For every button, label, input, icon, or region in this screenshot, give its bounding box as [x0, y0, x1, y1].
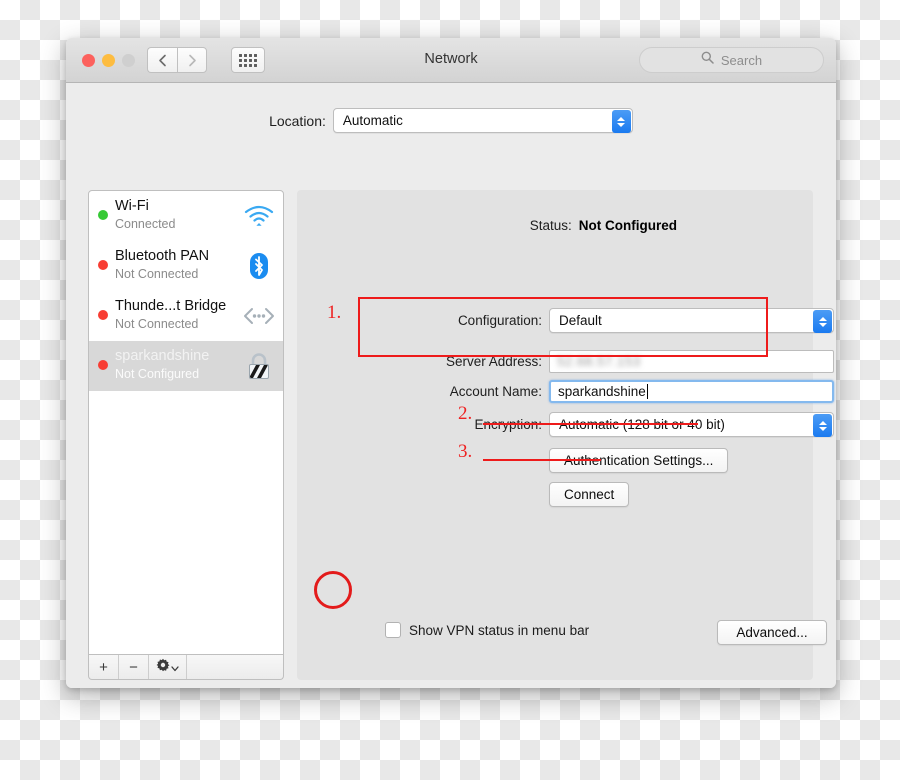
show-vpn-status-label: Show VPN status in menu bar: [409, 622, 590, 638]
annotation-underline-auth: [483, 423, 698, 425]
connect-row: Connect: [549, 482, 630, 507]
server-address-value: 52.68.57.153: [557, 354, 641, 369]
remove-service-button[interactable]: −: [119, 655, 149, 679]
configuration-value: Default: [559, 313, 602, 328]
service-settings-panel: Status: Not Configured Configuration: De…: [297, 190, 834, 680]
annotation-marker-3: 3.: [458, 441, 473, 462]
sidebar-item-sparkandshine[interactable]: sparkandshine Not Configured: [89, 341, 283, 391]
show-vpn-status-row: Show VPN status in menu bar: [385, 622, 589, 638]
sidebar-item-thunderbolt-bridge[interactable]: Thunde...t Bridge Not Connected: [89, 291, 283, 341]
chevron-updown-icon: [813, 310, 832, 333]
status-dot: [98, 260, 108, 270]
search-field[interactable]: Search: [639, 47, 824, 73]
account-name-row: Account Name: sparkandshine: [427, 380, 834, 403]
chevron-down-icon: [171, 659, 179, 676]
network-services-list[interactable]: Wi-Fi Connected Bluetooth PAN Not Connec…: [88, 190, 284, 655]
status-dot: [98, 210, 108, 220]
configuration-popup-button[interactable]: Default: [549, 308, 834, 333]
vpn-lock-icon: [243, 350, 275, 382]
add-service-button[interactable]: +: [89, 655, 119, 679]
account-name-label: Account Name:: [449, 384, 542, 399]
status-value: Not Configured: [578, 218, 677, 233]
annotation-marker-1: 1.: [327, 302, 342, 323]
show-vpn-status-checkbox[interactable]: [385, 622, 401, 638]
configuration-row: Configuration: Default: [297, 308, 834, 333]
location-row: Location: Automatic: [66, 108, 836, 133]
bluetooth-icon: [243, 250, 275, 282]
search-placeholder: Search: [720, 52, 763, 68]
wifi-icon: [243, 200, 275, 232]
server-address-label: Server Address:: [445, 354, 542, 369]
annotation-marker-2: 2.: [458, 403, 473, 424]
status-label: Status:: [529, 218, 572, 233]
network-services-toolbar: + −: [88, 655, 284, 680]
gear-icon: [156, 658, 170, 676]
location-label: Location:: [269, 112, 326, 129]
sidebar-item-wifi[interactable]: Wi-Fi Connected: [89, 191, 283, 241]
chevron-updown-icon: [813, 414, 832, 437]
connect-button[interactable]: Connect: [549, 482, 630, 507]
annotation-underline-connect: [483, 459, 601, 461]
window-titlebar: Network Search: [66, 38, 836, 83]
status-dot: [98, 310, 108, 320]
window-body: Location: Automatic Wi-Fi Connected Blue…: [66, 83, 836, 688]
account-name-input[interactable]: sparkandshine: [549, 380, 834, 403]
chevron-updown-icon: [611, 110, 631, 133]
search-icon: [701, 51, 714, 69]
network-preferences-window: Network Search Location: Automatic Wi-Fi…: [66, 38, 836, 688]
account-name-value: sparkandshine: [558, 384, 646, 399]
location-value: Automatic: [342, 113, 403, 128]
server-address-input[interactable]: 52.68.57.153: [549, 350, 834, 373]
advanced-button[interactable]: Advanced...: [717, 620, 827, 645]
status-row: Status: Not Configured: [297, 218, 677, 233]
server-address-row: Server Address: 52.68.57.153: [427, 350, 834, 373]
sidebar-item-bluetooth-pan[interactable]: Bluetooth PAN Not Connected: [89, 241, 283, 291]
status-dot: [98, 360, 108, 370]
text-caret: [646, 384, 648, 399]
location-popup-button[interactable]: Automatic: [332, 108, 633, 133]
service-actions-button[interactable]: [149, 655, 187, 679]
thunderbolt-bridge-icon: [243, 300, 275, 332]
